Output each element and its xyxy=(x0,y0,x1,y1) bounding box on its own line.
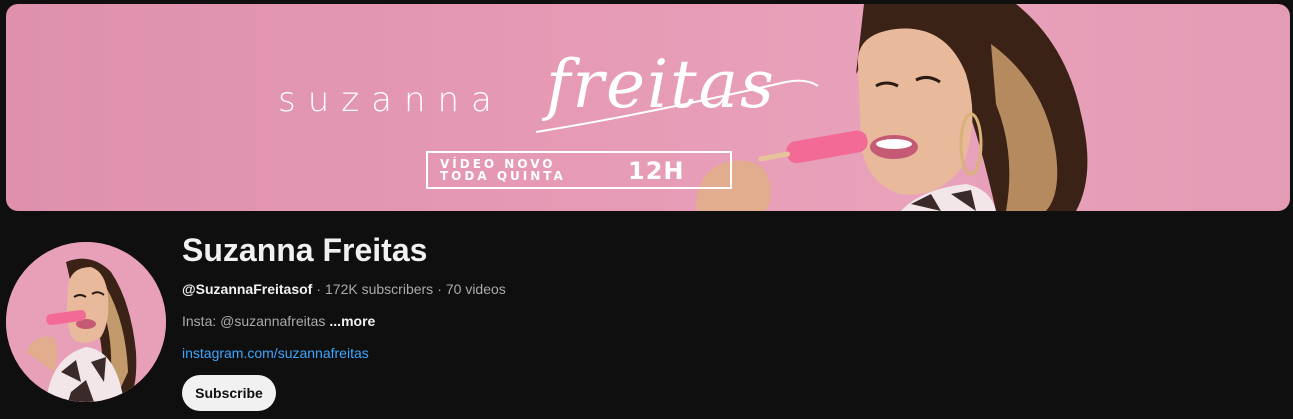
meta-separator: · xyxy=(316,281,322,297)
channel-link[interactable]: instagram.com/suzannafreitas xyxy=(182,345,369,361)
channel-page: suzanna freitas VÍDEO NOVO TODA QUINTA 1… xyxy=(0,0,1293,419)
banner-schedule-text: VÍDEO NOVO TODA QUINTA xyxy=(440,158,566,182)
channel-handle: @SuzannaFreitasof xyxy=(182,281,313,297)
meta-separator: · xyxy=(437,281,442,297)
banner-name-first: suzanna xyxy=(278,80,504,120)
channel-banner: suzanna freitas VÍDEO NOVO TODA QUINTA 1… xyxy=(6,4,1290,211)
banner-schedule-line2: TODA QUINTA xyxy=(440,169,566,183)
banner-name-last: freitas xyxy=(546,46,776,123)
description-text: Insta: @suzannafreitas xyxy=(182,313,326,329)
channel-description[interactable]: Insta: @suzannafreitas ...more xyxy=(182,313,375,329)
description-more-button[interactable]: ...more xyxy=(329,313,375,329)
channel-title: Suzanna Freitas xyxy=(182,232,428,268)
subscribe-button[interactable]: Subscribe xyxy=(182,375,276,411)
subscriber-count: 172K subscribers xyxy=(325,281,434,297)
avatar-photo xyxy=(6,242,166,402)
banner-schedule-time: 12H xyxy=(628,157,685,185)
banner-schedule-box: VÍDEO NOVO TODA QUINTA 12H xyxy=(426,151,732,189)
channel-meta: @SuzannaFreitasof · 172K subscribers · 70 vi… xyxy=(182,281,506,297)
video-count: 70 videos xyxy=(445,281,506,297)
channel-avatar[interactable] xyxy=(6,242,166,402)
